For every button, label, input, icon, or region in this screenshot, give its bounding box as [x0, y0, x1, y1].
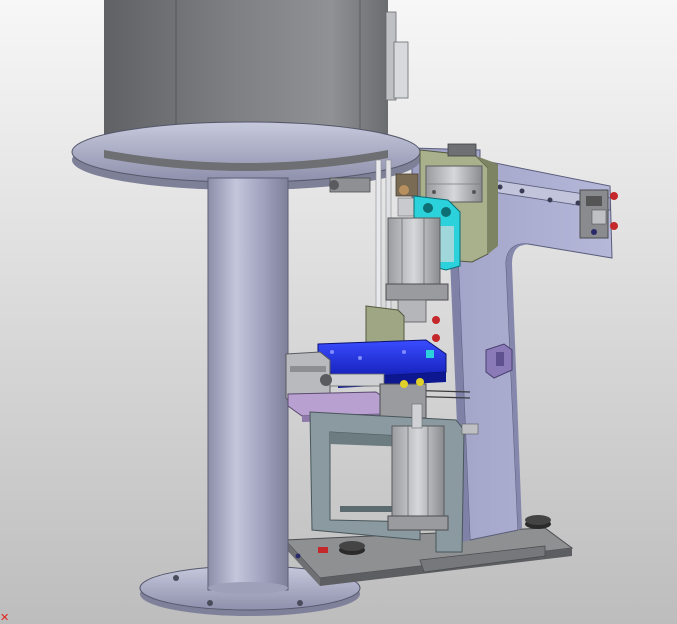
support-column[interactable]: [207, 177, 289, 594]
triad-axis-marker: ✕: [0, 611, 10, 624]
cad-viewport[interactable]: ✕: [0, 0, 677, 624]
cad-model-scene[interactable]: [0, 0, 677, 624]
pneumatic-cylinder-upper[interactable]: [425, 165, 483, 203]
